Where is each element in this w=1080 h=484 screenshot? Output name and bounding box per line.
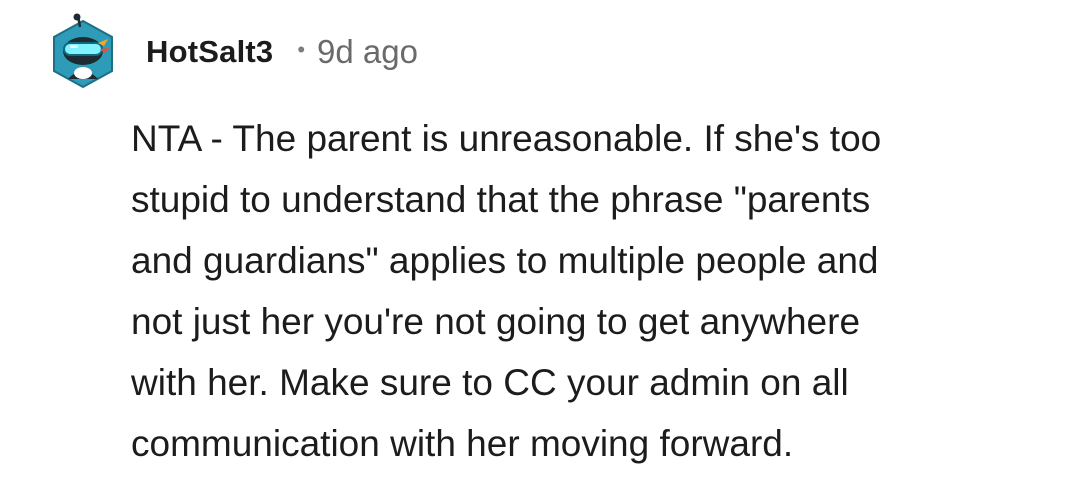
- comment-header: HotSalt3 • 9d ago: [50, 12, 418, 92]
- comment-card: HotSalt3 • 9d ago NTA - The parent is un…: [0, 0, 1080, 484]
- comment-line: not just her you're not going to get any…: [131, 301, 861, 342]
- username[interactable]: HotSalt3: [146, 34, 273, 70]
- comment-line: with her. Make sure to CC your admin on …: [131, 362, 849, 403]
- timestamp[interactable]: 9d ago: [317, 33, 418, 71]
- comment-line: NTA - The parent is unreasonable. If she…: [131, 118, 882, 159]
- snoo-avatar-with-goggles-icon: [53, 13, 113, 89]
- comment-body: NTA - The parent is unreasonable. If she…: [131, 108, 1031, 474]
- comment-line: stupid to understand that the phrase "pa…: [131, 179, 871, 220]
- separator-dot: •: [297, 37, 306, 62]
- user-avatar[interactable]: [50, 13, 116, 91]
- comment-line: and guardians" applies to multiple peopl…: [131, 240, 879, 281]
- comment-line: communication with her moving forward.: [131, 423, 794, 464]
